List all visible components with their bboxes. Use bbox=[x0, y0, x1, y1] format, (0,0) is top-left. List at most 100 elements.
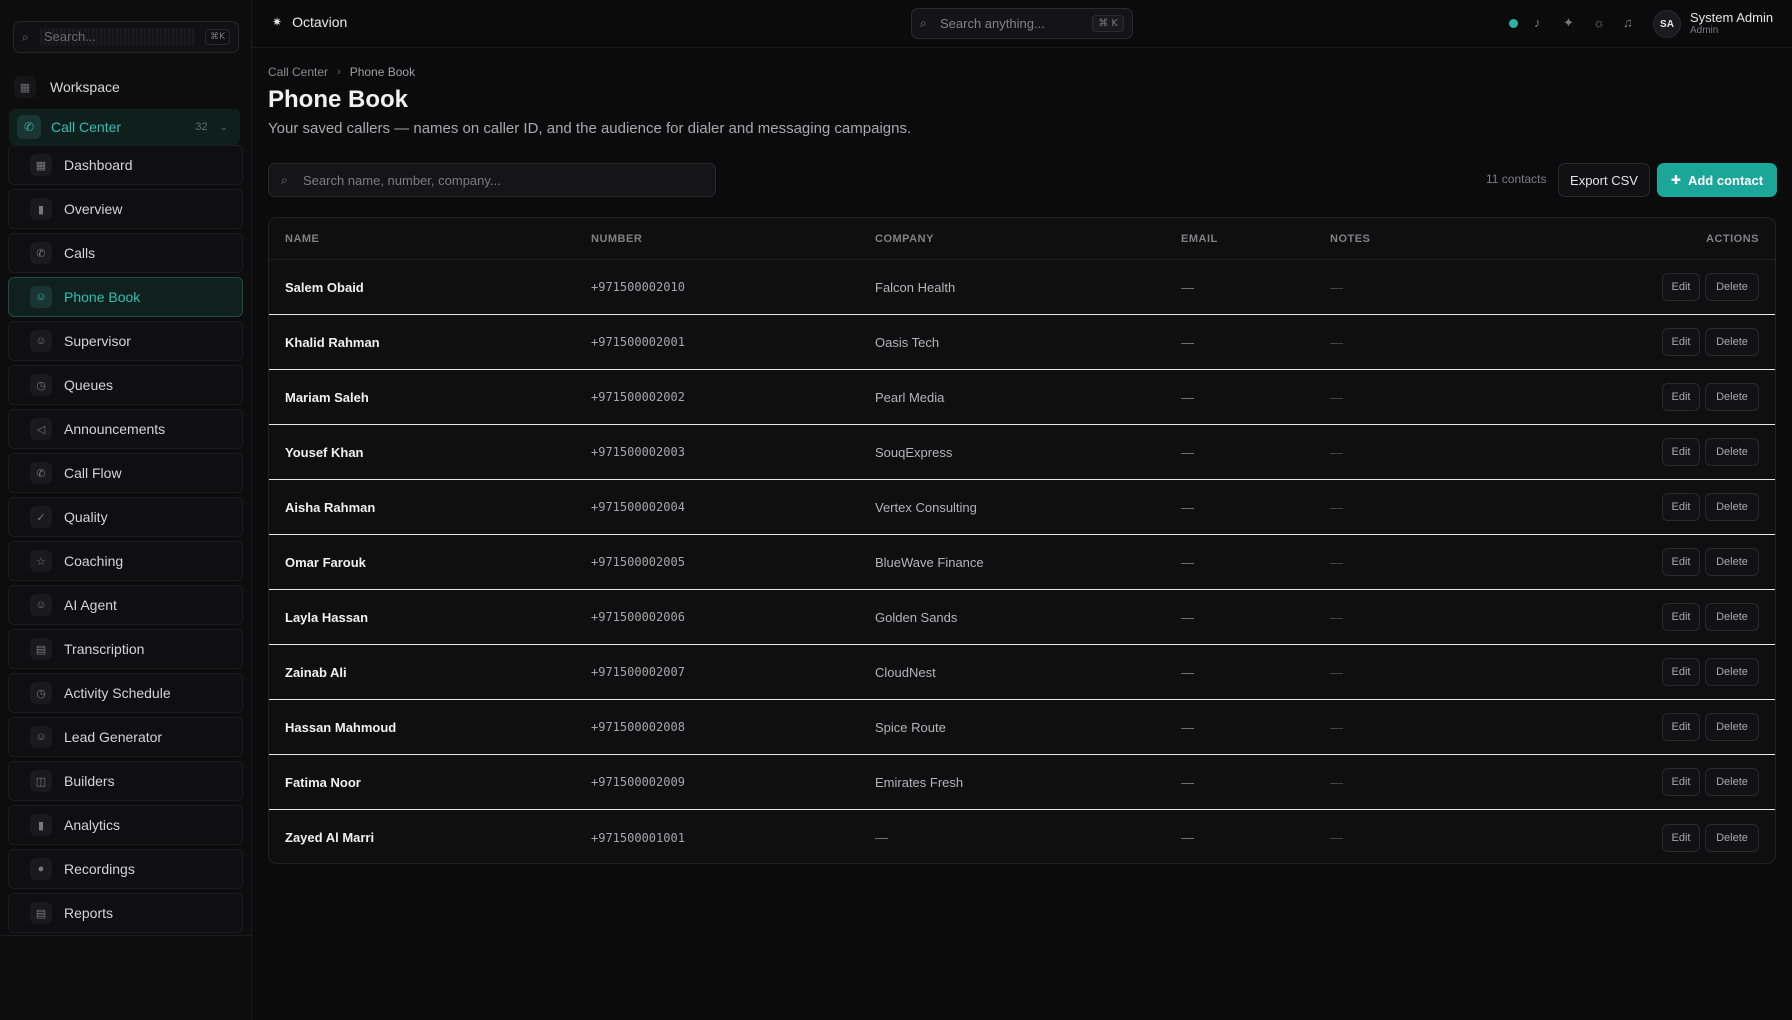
workspace-link[interactable]: ▦ Workspace bbox=[14, 73, 240, 101]
dashboard-icon: ▦ bbox=[30, 154, 52, 176]
avatar[interactable]: SA bbox=[1653, 10, 1681, 38]
delete-button[interactable]: Delete bbox=[1705, 548, 1759, 576]
contact-notes: — bbox=[1330, 389, 1343, 405]
header-notes[interactable]: NOTES bbox=[1330, 233, 1370, 245]
contacts-table: NAME NUMBER COMPANY EMAIL NOTES ACTIONS … bbox=[268, 217, 1776, 864]
sidebar-item-lead-generator[interactable]: ☺ Lead Generator bbox=[8, 717, 243, 757]
sidebar-item-phone-book[interactable]: ☺ Phone Book bbox=[8, 277, 243, 317]
sidebar-item-queues[interactable]: ◷ Queues bbox=[8, 365, 243, 405]
export-csv-button[interactable]: Export CSV bbox=[1558, 163, 1650, 197]
sparkle-icon[interactable]: ✦ bbox=[1563, 15, 1574, 31]
contacts-icon: ☺ bbox=[30, 286, 52, 308]
header-email[interactable]: EMAIL bbox=[1181, 233, 1218, 245]
delete-button[interactable]: Delete bbox=[1705, 603, 1759, 631]
edit-button[interactable]: Edit bbox=[1662, 713, 1700, 741]
delete-button[interactable]: Delete bbox=[1705, 658, 1759, 686]
sidebar-item-announcements[interactable]: ◁ Announcements bbox=[8, 409, 243, 449]
search-icon: ⌕ bbox=[281, 172, 288, 187]
header-name[interactable]: NAME bbox=[285, 233, 319, 245]
bar-chart-icon: ▮ bbox=[30, 198, 52, 220]
edit-button[interactable]: Edit bbox=[1662, 438, 1700, 466]
row-actions: Edit Delete bbox=[1662, 548, 1759, 576]
sidebar-item-recordings[interactable]: ● Recordings bbox=[8, 849, 243, 889]
delete-button[interactable]: Delete bbox=[1705, 383, 1759, 411]
edit-button[interactable]: Edit bbox=[1662, 603, 1700, 631]
edit-button[interactable]: Edit bbox=[1662, 548, 1700, 576]
contact-number: +971500002008 bbox=[591, 720, 685, 734]
add-contact-button[interactable]: ✚ Add contact bbox=[1657, 163, 1777, 197]
sidebar-item-ai-agent[interactable]: ☺ AI Agent bbox=[8, 585, 243, 625]
table-row: Omar Farouk +971500002005 BlueWave Finance… bbox=[269, 535, 1775, 590]
sidebar-item-call-flow[interactable]: ✆ Call Flow bbox=[8, 453, 243, 493]
sidebar-item-coaching[interactable]: ☆ Coaching bbox=[8, 541, 243, 581]
contact-email: — bbox=[1181, 444, 1194, 460]
delete-button[interactable]: Delete bbox=[1705, 713, 1759, 741]
contact-email: — bbox=[1181, 279, 1194, 295]
sidebar-item-reports[interactable]: ▤ Reports bbox=[8, 893, 243, 933]
mic-icon[interactable]: ♪ bbox=[1534, 15, 1541, 30]
sidebar-item-calls[interactable]: ✆ Calls bbox=[8, 233, 243, 273]
sidebar-item-quality[interactable]: ✓ Quality bbox=[8, 497, 243, 537]
sidebar-item-overview[interactable]: ▮ Overview bbox=[8, 189, 243, 229]
bell-icon[interactable]: ♫ bbox=[1623, 15, 1633, 30]
table-row: Salem Obaid +971500002010 Falcon Health — — E… bbox=[269, 260, 1775, 315]
table-row: Hassan Mahmoud +971500002008 Spice Route — —… bbox=[269, 700, 1775, 755]
sidebar-item-analytics[interactable]: ▮ Analytics bbox=[8, 805, 243, 845]
contact-number: +971500001001 bbox=[591, 830, 685, 845]
contact-name: Zainab Ali bbox=[285, 664, 347, 680]
delete-button[interactable]: Delete bbox=[1705, 493, 1759, 521]
delete-button[interactable]: Delete bbox=[1705, 438, 1759, 466]
call-center-section[interactable]: ✆ Call Center 32 ⌄ bbox=[9, 109, 240, 145]
delete-button[interactable]: Delete bbox=[1705, 273, 1759, 301]
global-search-placeholder: Search anything... bbox=[940, 16, 1045, 31]
shortcut-badge: ⌘K bbox=[205, 29, 230, 45]
sidebar: ⌕ Search... ⌘K ▦ Workspace ✆ Call Center… bbox=[0, 0, 252, 1020]
delete-button[interactable]: Delete bbox=[1705, 328, 1759, 356]
edit-button[interactable]: Edit bbox=[1662, 768, 1700, 796]
contact-search-input[interactable]: ⌕ Search name, number, company... bbox=[268, 163, 716, 197]
breadcrumb-parent[interactable]: Call Center bbox=[268, 65, 328, 79]
table-row: Layla Hassan +971500002006 Golden Sands — — E… bbox=[269, 590, 1775, 645]
sidebar-item-label: Transcription bbox=[64, 641, 145, 657]
sidebar-item-supervisor[interactable]: ☺ Supervisor bbox=[8, 321, 243, 361]
sidebar-item-label: Lead Generator bbox=[64, 729, 163, 745]
user-plus-icon: ✚ bbox=[1670, 173, 1681, 187]
contact-number: +971500002004 bbox=[591, 500, 685, 514]
contact-notes: — bbox=[1330, 609, 1343, 625]
sidebar-item-builders[interactable]: ◫ Builders bbox=[8, 761, 243, 801]
contact-name: Hassan Mahmoud bbox=[285, 719, 397, 735]
row-actions: Edit Delete bbox=[1662, 438, 1759, 466]
global-search-input[interactable]: ⌕ Search anything... ⌘ K bbox=[911, 8, 1133, 39]
contact-number: +971500002009 bbox=[591, 775, 685, 789]
breadcrumb-current: Phone Book bbox=[349, 65, 416, 79]
sun-icon[interactable]: ☼ bbox=[1593, 15, 1605, 30]
delete-button[interactable]: Delete bbox=[1705, 823, 1759, 852]
edit-button[interactable]: Edit bbox=[1662, 383, 1700, 411]
contact-email: — bbox=[1181, 554, 1194, 570]
sidebar-item-label: Analytics bbox=[64, 817, 121, 833]
edit-button[interactable]: Edit bbox=[1662, 493, 1700, 521]
logo-icon: ✷ bbox=[272, 15, 283, 29]
sidebar-search-input[interactable]: ⌕ Search... ⌘K bbox=[13, 21, 239, 53]
sidebar-item-activity-schedule[interactable]: ◷ Activity Schedule bbox=[8, 673, 243, 713]
header-company[interactable]: COMPANY bbox=[875, 233, 934, 245]
sidebar-item-transcription[interactable]: ▤ Transcription bbox=[8, 629, 243, 669]
sidebar-item-dashboard[interactable]: ▦ Dashboard bbox=[8, 145, 243, 185]
header-number[interactable]: NUMBER bbox=[591, 233, 642, 245]
edit-button[interactable]: Edit bbox=[1662, 823, 1700, 852]
table-body: Salem Obaid +971500002010 Falcon Health — — E… bbox=[269, 260, 1775, 863]
edit-button[interactable]: Edit bbox=[1662, 328, 1700, 356]
contact-email: — bbox=[1181, 719, 1194, 735]
user-menu[interactable]: System Admin Admin bbox=[1690, 10, 1773, 37]
megaphone-icon: ◁ bbox=[30, 418, 52, 440]
chevron-down-icon[interactable]: ⌄ bbox=[220, 122, 228, 133]
topbar: ✷ Octavion ⌕ Search anything... ⌘ K ♪ ✦ … bbox=[252, 0, 1792, 48]
contact-notes: — bbox=[1330, 719, 1343, 735]
table-row: Fatima Noor +971500002009 Emirates Fresh — —… bbox=[269, 755, 1775, 810]
contact-notes: — bbox=[1330, 499, 1343, 515]
edit-button[interactable]: Edit bbox=[1662, 273, 1700, 301]
delete-button[interactable]: Delete bbox=[1705, 768, 1759, 796]
brand[interactable]: ✷ Octavion bbox=[272, 14, 347, 30]
edit-button[interactable]: Edit bbox=[1662, 658, 1700, 686]
sidebar-divider bbox=[0, 935, 252, 936]
